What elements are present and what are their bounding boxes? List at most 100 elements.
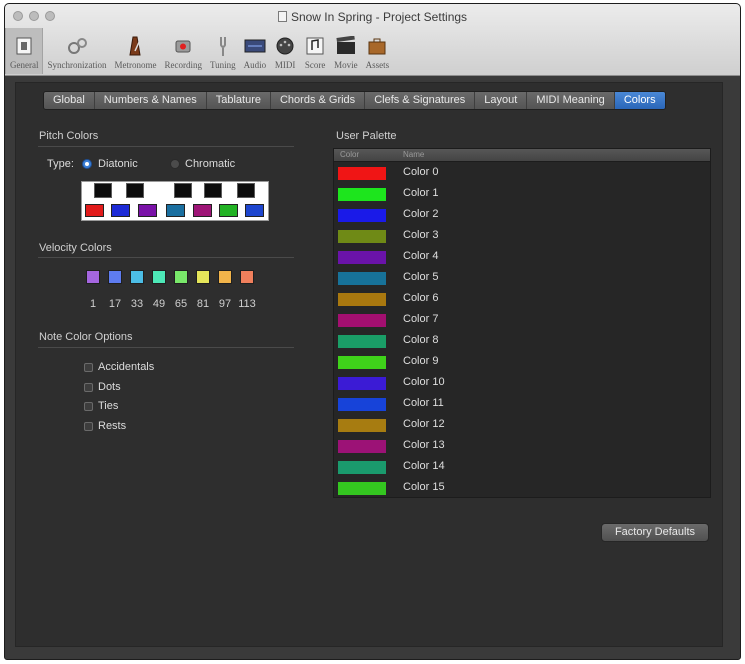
palette-color-swatch[interactable]	[338, 482, 386, 495]
palette-color-swatch[interactable]	[338, 251, 386, 264]
palette-color-name[interactable]: Color 4	[403, 250, 438, 262]
pitch-color-swatch[interactable]	[138, 204, 157, 217]
palette-row[interactable]: Color 6	[334, 289, 710, 310]
palette-row[interactable]: Color 1	[334, 184, 710, 205]
toolbar-item-midi[interactable]: MIDI	[270, 28, 300, 74]
chromatic-radio[interactable]	[170, 159, 180, 169]
toolbar-item-general[interactable]: General	[5, 28, 44, 74]
palette-color-name[interactable]: Color 7	[403, 313, 438, 325]
palette-color-swatch[interactable]	[338, 272, 386, 285]
palette-row[interactable]: Color 0	[334, 163, 710, 184]
palette-color-swatch[interactable]	[338, 335, 386, 348]
diatonic-radio[interactable]	[82, 159, 92, 169]
toolbar-item-tuning[interactable]: Tuning	[206, 28, 240, 74]
tab-numbers-names[interactable]: Numbers & Names	[95, 92, 207, 109]
palette-color-swatch[interactable]	[338, 419, 386, 432]
option-label-dots[interactable]: Dots	[98, 381, 121, 393]
palette-row[interactable]: Color 10	[334, 373, 710, 394]
palette-color-swatch[interactable]	[338, 356, 386, 369]
velocity-color-swatch[interactable]	[240, 270, 254, 284]
palette-color-name[interactable]: Color 6	[403, 292, 438, 304]
factory-defaults-button[interactable]: Factory Defaults	[601, 523, 709, 542]
toolbar-item-label: Score	[304, 60, 326, 70]
option-label-accidentals[interactable]: Accidentals	[98, 361, 154, 373]
option-label-ties[interactable]: Ties	[98, 400, 118, 412]
velocity-color-swatch[interactable]	[108, 270, 122, 284]
palette-row[interactable]: Color 8	[334, 331, 710, 352]
toolbar-item-audio[interactable]: Audio	[240, 28, 271, 74]
toolbar-item-synchronization[interactable]: Synchronization	[43, 28, 110, 74]
pitch-color-swatch[interactable]	[85, 204, 104, 217]
option-checkbox-ties[interactable]	[84, 402, 93, 411]
palette-color-name[interactable]: Color 12	[403, 418, 445, 430]
palette-color-column-header[interactable]: Color	[340, 150, 359, 159]
option-checkbox-accidentals[interactable]	[84, 363, 93, 372]
palette-color-name[interactable]: Color 11	[403, 397, 444, 409]
velocity-color-swatch[interactable]	[86, 270, 100, 284]
palette-row[interactable]: Color 5	[334, 268, 710, 289]
toolbar-item-score[interactable]: Score	[300, 28, 330, 74]
pitch-color-swatch[interactable]	[219, 204, 238, 217]
pitch-color-swatch[interactable]	[193, 204, 212, 217]
palette-color-name[interactable]: Color 15	[403, 481, 445, 493]
tab-layout[interactable]: Layout	[475, 92, 528, 109]
tab-midi-meaning[interactable]: MIDI Meaning	[527, 92, 615, 109]
palette-color-swatch[interactable]	[338, 293, 386, 306]
palette-row[interactable]: Color 11	[334, 394, 710, 415]
pitch-color-swatch[interactable]	[111, 204, 130, 217]
velocity-color-swatch[interactable]	[218, 270, 232, 284]
palette-name-column-header[interactable]: Name	[403, 150, 424, 159]
option-checkbox-dots[interactable]	[84, 382, 93, 392]
pitch-color-swatch[interactable]	[245, 204, 264, 217]
palette-color-name[interactable]: Color 3	[403, 229, 438, 241]
palette-color-name[interactable]: Color 8	[403, 334, 438, 346]
palette-color-swatch[interactable]	[338, 230, 386, 243]
chromatic-label[interactable]: Chromatic	[185, 158, 235, 170]
palette-color-name[interactable]: Color 5	[403, 271, 438, 283]
palette-color-swatch[interactable]	[338, 188, 386, 201]
palette-color-swatch[interactable]	[338, 167, 386, 180]
palette-row[interactable]: Color 13	[334, 436, 710, 457]
diatonic-label[interactable]: Diatonic	[98, 158, 138, 170]
palette-color-name[interactable]: Color 14	[403, 460, 445, 472]
palette-color-swatch[interactable]	[338, 209, 386, 222]
palette-row[interactable]: Color 2	[334, 205, 710, 226]
palette-row[interactable]: Color 15	[334, 478, 710, 499]
palette-row[interactable]: Color 12	[334, 415, 710, 436]
velocity-color-swatch[interactable]	[152, 270, 166, 284]
palette-row[interactable]: Color 9	[334, 352, 710, 373]
palette-color-name[interactable]: Color 9	[403, 355, 438, 367]
palette-color-swatch[interactable]	[338, 461, 386, 474]
palette-color-swatch[interactable]	[338, 440, 386, 453]
palette-row[interactable]: Color 14	[334, 457, 710, 478]
palette-color-name[interactable]: Color 1	[403, 187, 438, 199]
pitch-color-swatch[interactable]	[166, 204, 185, 217]
toolbar-item-recording[interactable]: Recording	[160, 28, 206, 74]
option-checkbox-rests[interactable]	[84, 421, 93, 431]
tab-colors[interactable]: Colors	[614, 92, 665, 109]
palette-row[interactable]: Color 7	[334, 310, 710, 331]
toolbar-item-assets[interactable]: Assets	[362, 28, 394, 74]
velocity-color-swatch[interactable]	[130, 270, 144, 284]
tab-global[interactable]: Global	[44, 92, 95, 109]
palette-row[interactable]: Color 4	[334, 247, 710, 268]
audio-icon	[244, 35, 266, 57]
velocity-color-swatch[interactable]	[174, 270, 188, 284]
palette-color-swatch[interactable]	[338, 398, 386, 411]
toolbar-item-movie[interactable]: Movie	[330, 28, 362, 74]
palette-color-swatch[interactable]	[338, 314, 386, 327]
tab-clefs-signatures[interactable]: Clefs & Signatures	[365, 92, 476, 109]
palette-color-name[interactable]: Color 0	[403, 166, 438, 178]
palette-color-name[interactable]: Color 13	[403, 439, 445, 451]
palette-row[interactable]: Color 3	[334, 226, 710, 247]
black-key	[174, 183, 192, 198]
palette-color-swatch[interactable]	[338, 377, 386, 390]
option-label-rests[interactable]: Rests	[98, 420, 126, 432]
palette-color-name[interactable]: Color 2	[403, 208, 438, 220]
tab-tablature[interactable]: Tablature	[207, 92, 271, 109]
velocity-value: 17	[108, 298, 122, 310]
velocity-color-swatch[interactable]	[196, 270, 210, 284]
palette-color-name[interactable]: Color 10	[403, 376, 445, 388]
tab-chords-grids[interactable]: Chords & Grids	[271, 92, 366, 109]
toolbar-item-metronome[interactable]: Metronome	[110, 28, 160, 74]
